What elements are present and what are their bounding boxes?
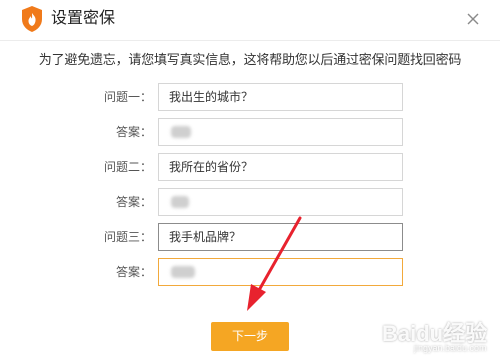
answer-3-row: 答案： <box>0 258 500 286</box>
question-1-select[interactable]: 我出生的城市？ <box>158 83 403 111</box>
title-divider <box>0 40 500 41</box>
question-2-label: 问题二： <box>103 160 152 174</box>
answer-2-row: 答案： <box>0 188 500 216</box>
answer-1-input[interactable] <box>158 118 403 146</box>
watermark-url: jingyan.baidu.com <box>414 343 487 353</box>
instruction-text: 为了避免遗忘，请您填写真实信息，这将帮助您以后通过密保问题找回密码 <box>38 53 462 68</box>
question-1-row: 问题一： 我出生的城市？ <box>0 83 500 111</box>
answer-3-input[interactable] <box>158 258 403 286</box>
answer-3-label: 答案： <box>115 265 152 279</box>
watermark: Baidu经验 jingyan.baidu.com <box>378 314 496 358</box>
redacted-answer <box>171 126 191 138</box>
redacted-answer <box>171 266 195 278</box>
next-step-button[interactable]: 下一步 <box>211 322 289 351</box>
set-security-question-dialog: 设置密保 为了避免遗忘，请您填写真实信息，这将帮助您以后通过密保问题找回密码 问… <box>0 0 500 361</box>
title-bar: 设置密保 <box>0 0 500 40</box>
question-2-select[interactable]: 我所在的省份？ <box>158 153 403 181</box>
question-3-row: 问题三： 我手机品牌？ <box>0 223 500 251</box>
answer-1-row: 答案： <box>0 118 500 146</box>
watermark-brand: Baidu经验 <box>382 321 488 346</box>
question-1-label: 问题一： <box>103 90 152 104</box>
answer-2-input[interactable] <box>158 188 403 216</box>
dialog-title: 设置密保 <box>51 8 116 27</box>
close-icon[interactable] <box>460 6 486 32</box>
question-2-row: 问题二： 我所在的省份？ <box>0 153 500 181</box>
answer-1-label: 答案： <box>115 125 152 139</box>
answer-2-label: 答案： <box>115 195 152 209</box>
flame-shield-icon <box>22 6 42 32</box>
question-3-label: 问题三： <box>103 230 152 244</box>
redacted-answer <box>171 196 189 208</box>
question-3-select[interactable]: 我手机品牌？ <box>158 223 403 251</box>
